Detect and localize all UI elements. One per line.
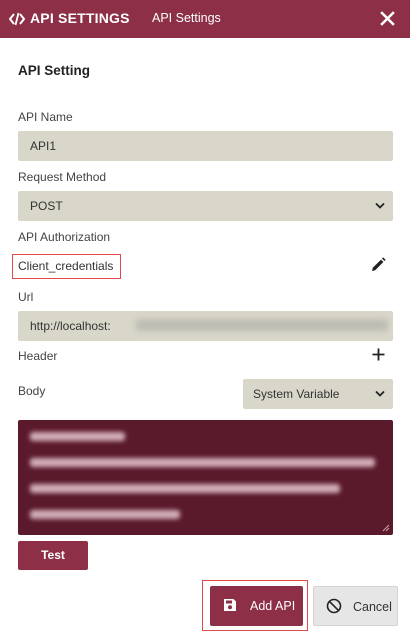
- chevron-down-icon: [375, 202, 385, 209]
- system-variable-select[interactable]: System Variable: [243, 379, 393, 409]
- request-method-label: Request Method: [18, 170, 107, 184]
- request-method-select[interactable]: POST: [18, 191, 393, 221]
- header-label: Header: [18, 349, 58, 363]
- section-title: API Setting: [18, 63, 91, 78]
- redacted-text: [30, 458, 375, 467]
- system-variable-value: System Variable: [253, 387, 340, 401]
- url-value: http://localhost:: [30, 319, 111, 333]
- redacted-text: [30, 432, 125, 441]
- cancel-label: Cancel: [353, 600, 392, 614]
- body-label: Body: [18, 384, 46, 398]
- api-authorization-label: API Authorization: [18, 230, 111, 244]
- authorization-value: Client_credentials: [12, 254, 121, 279]
- chevron-down-icon: [375, 390, 385, 397]
- add-api-label: Add API: [250, 599, 296, 613]
- test-button[interactable]: Test: [18, 541, 88, 570]
- url-input[interactable]: http://localhost:: [18, 311, 393, 341]
- resize-handle-icon[interactable]: [382, 524, 390, 532]
- url-label: Url: [18, 290, 34, 304]
- redacted-text: [30, 510, 180, 519]
- url-redacted: [136, 319, 388, 331]
- pencil-icon[interactable]: [370, 257, 386, 273]
- redacted-text: [30, 484, 340, 493]
- dialog-title: API SETTINGS: [30, 10, 130, 26]
- code-icon: [9, 12, 25, 26]
- api-name-label: API Name: [18, 110, 73, 124]
- plus-icon[interactable]: [372, 348, 385, 361]
- api-name-input[interactable]: API1: [18, 131, 393, 161]
- dialog-subtitle: API Settings: [152, 11, 221, 25]
- cancel-button[interactable]: Cancel: [313, 586, 398, 626]
- add-api-button[interactable]: Add API: [210, 586, 303, 626]
- request-method-value: POST: [30, 199, 63, 213]
- ban-icon: [326, 598, 342, 614]
- body-textarea[interactable]: [18, 420, 393, 535]
- api-name-value: API1: [30, 139, 57, 153]
- dialog-header: API SETTINGS API Settings: [0, 0, 410, 38]
- save-icon: [224, 599, 236, 611]
- close-icon[interactable]: [379, 10, 396, 27]
